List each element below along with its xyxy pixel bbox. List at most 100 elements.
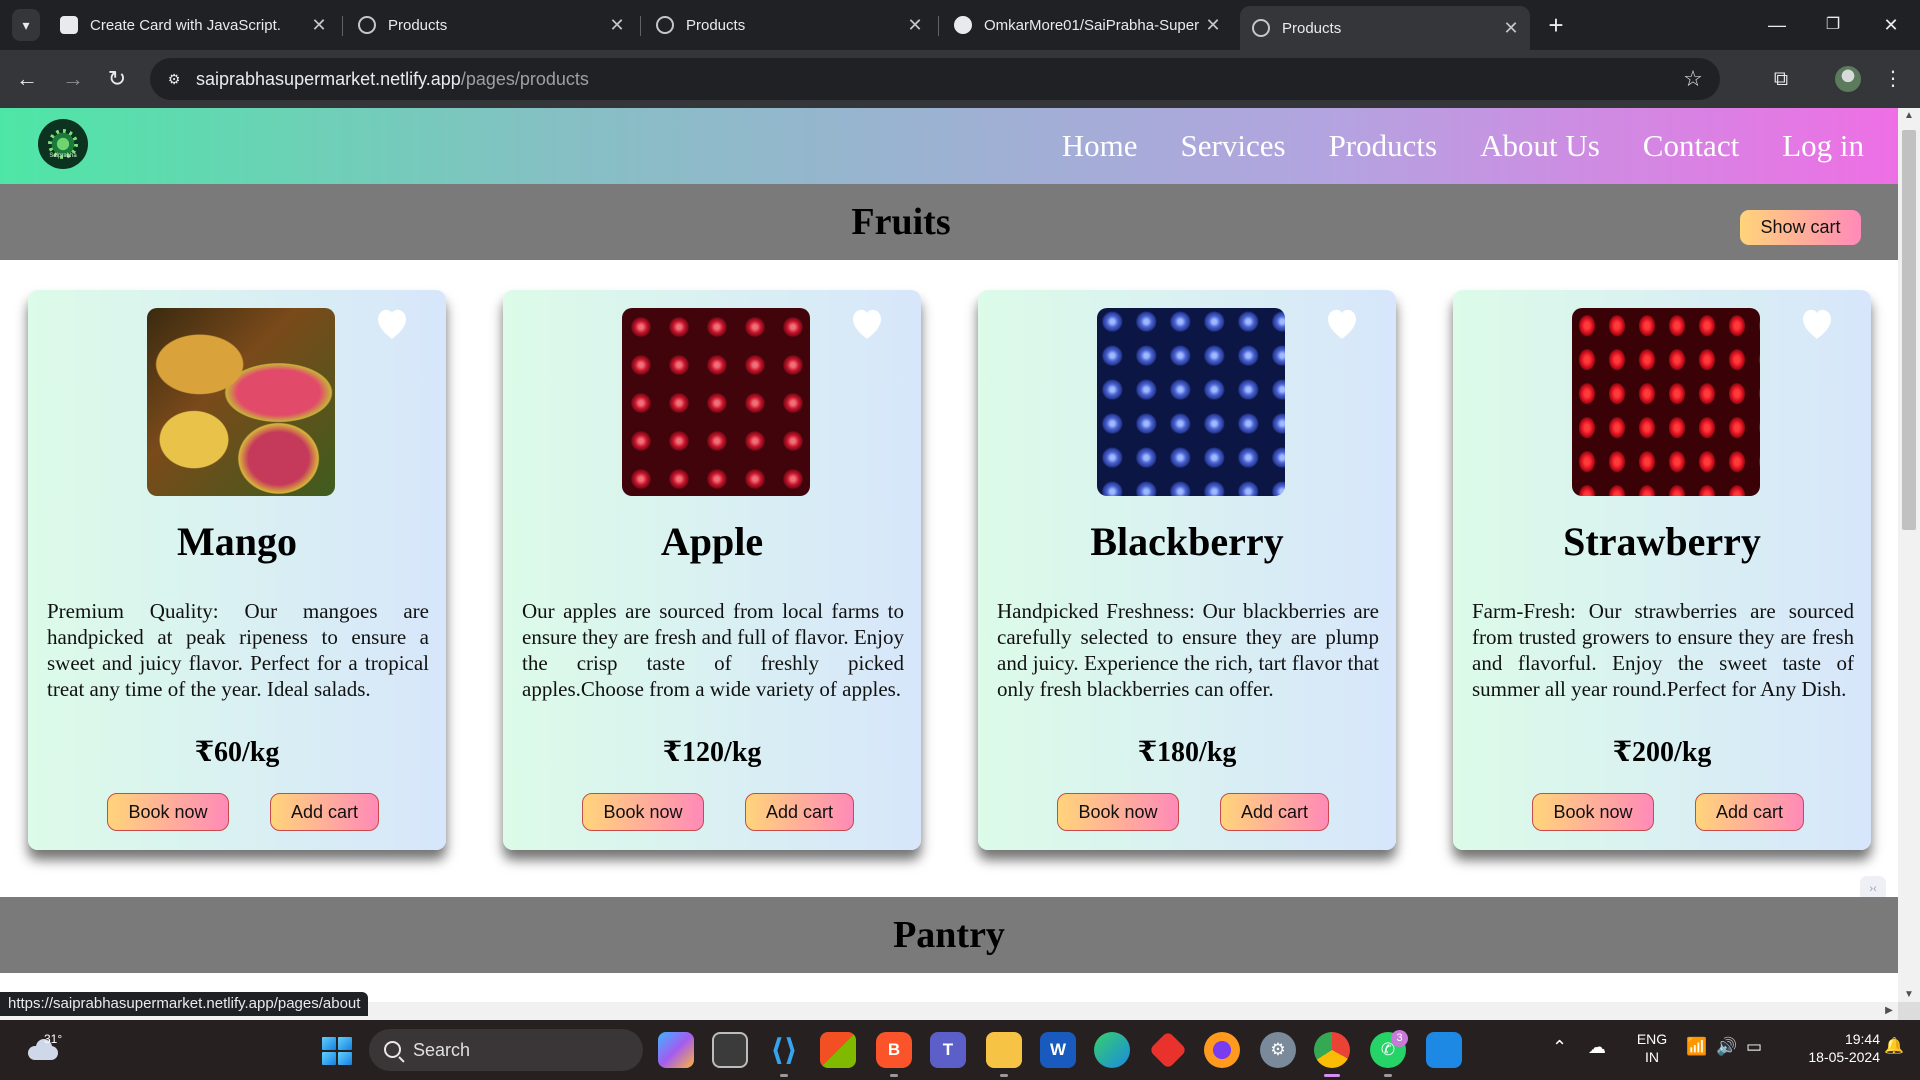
tab-search-menu-button[interactable]: ▾ xyxy=(12,9,40,41)
ms-store-icon[interactable] xyxy=(820,1032,856,1068)
language-indicator[interactable]: ENG IN xyxy=(1630,1030,1674,1066)
app-running-indicator xyxy=(1384,1074,1392,1077)
chrome-icon[interactable] xyxy=(1314,1032,1350,1068)
edge-icon[interactable] xyxy=(1094,1032,1130,1068)
minimize-button[interactable]: — xyxy=(1752,8,1802,42)
notifications-bell-icon[interactable]: 🔔 xyxy=(1884,1038,1904,1056)
scroll-down-arrow-icon[interactable]: ▼ xyxy=(1898,989,1920,1000)
globe-icon xyxy=(1252,19,1270,37)
profile-avatar[interactable] xyxy=(1835,66,1861,92)
photos-icon[interactable] xyxy=(1426,1032,1462,1068)
add-cart-button[interactable]: Add cart xyxy=(1695,793,1804,831)
close-tab-icon[interactable]: ✕ xyxy=(902,15,928,36)
tab-create-card[interactable]: Create Card with JavaScript. ✕ xyxy=(48,8,338,42)
nav-contact[interactable]: Contact xyxy=(1643,128,1739,164)
book-now-button[interactable]: Book now xyxy=(1532,793,1654,831)
logo-text: Saiprabha xyxy=(49,153,77,159)
taskbar-search-label: Search xyxy=(413,1040,471,1060)
section-title-fruits: Fruits xyxy=(851,201,951,243)
firefox-icon[interactable] xyxy=(1204,1032,1240,1068)
book-now-button[interactable]: Book now xyxy=(107,793,229,831)
onedrive-icon[interactable]: ☁ xyxy=(1588,1038,1606,1056)
battery-icon[interactable]: ▭ xyxy=(1746,1038,1762,1056)
tab-products-active[interactable]: Products ✕ xyxy=(1240,6,1530,50)
favorite-heart-icon[interactable] xyxy=(1321,302,1363,344)
teams-icon[interactable]: T xyxy=(930,1032,966,1068)
favorite-heart-icon[interactable] xyxy=(1796,302,1838,344)
product-price: ₹60/kg xyxy=(194,737,280,768)
url-text[interactable]: saiprabhasupermarket.netlify.app/pages/p… xyxy=(196,58,589,100)
file-explorer-icon[interactable] xyxy=(986,1032,1022,1068)
close-window-button[interactable]: ✕ xyxy=(1866,8,1916,42)
address-bar[interactable]: ⚙ saiprabhasupermarket.netlify.app/pages… xyxy=(150,58,1720,100)
reload-button[interactable]: ↻ xyxy=(102,64,132,94)
tab-title: OmkarMore01/SaiPrabha-Super xyxy=(984,16,1200,34)
nav-products[interactable]: Products xyxy=(1329,128,1438,164)
vertical-scrollbar[interactable]: ▲ ▼ xyxy=(1898,108,1920,1002)
copilot-icon[interactable] xyxy=(658,1032,694,1068)
browser-menu-icon[interactable]: ⋮ xyxy=(1878,64,1908,94)
tab-github[interactable]: OmkarMore01/SaiPrabha-Super ✕ xyxy=(942,8,1232,42)
task-view-icon[interactable] xyxy=(712,1032,748,1068)
weather-widget[interactable]: 31° xyxy=(24,1032,64,1068)
app-running-indicator xyxy=(890,1074,898,1077)
show-cart-button[interactable]: Show cart xyxy=(1740,210,1861,245)
clock-time: 19:44 xyxy=(1844,1031,1880,1047)
close-tab-icon[interactable]: ✕ xyxy=(306,15,332,36)
fruits-section-bar: Fruits Show cart xyxy=(0,184,1898,260)
word-icon[interactable]: W xyxy=(1040,1032,1076,1068)
tray-overflow-icon[interactable]: ⌃ xyxy=(1552,1038,1567,1056)
close-tab-icon[interactable]: ✕ xyxy=(1498,18,1524,39)
wifi-icon[interactable]: 📶 xyxy=(1686,1038,1707,1056)
vscode-icon[interactable]: ⟨⟩ xyxy=(766,1032,802,1068)
tab-products-2[interactable]: Products ✕ xyxy=(644,8,934,42)
product-description: Premium Quality: Our mangoes are handpic… xyxy=(47,599,429,701)
link-status-url: https://saiprabhasupermarket.netlify.app… xyxy=(0,992,369,1016)
product-price: ₹120/kg xyxy=(662,737,762,768)
new-tab-button[interactable]: + xyxy=(1541,10,1571,40)
tab-title: Products xyxy=(388,16,448,34)
site-header: Saiprabha Home Services Products About U… xyxy=(0,108,1898,184)
favorite-heart-icon[interactable] xyxy=(371,302,413,344)
product-name: Mango xyxy=(177,519,297,564)
book-now-button[interactable]: Book now xyxy=(1057,793,1179,831)
section-title-pantry: Pantry xyxy=(893,914,1005,956)
product-card-strawberry: Strawberry Farm-Fresh: Our strawberries … xyxy=(1453,290,1871,850)
brave-icon[interactable]: B xyxy=(876,1032,912,1068)
settings-gear-icon[interactable]: ⚙ xyxy=(1260,1032,1296,1068)
github-icon xyxy=(954,16,972,34)
add-cart-button[interactable]: Add cart xyxy=(745,793,854,831)
book-now-button[interactable]: Book now xyxy=(582,793,704,831)
taskbar-search[interactable]: Search xyxy=(369,1029,643,1071)
scroll-right-arrow-icon[interactable]: ▶ xyxy=(1880,1002,1898,1020)
clock[interactable]: 19:44 18-05-2024 xyxy=(1780,1030,1880,1066)
nav-about-us[interactable]: About Us xyxy=(1480,128,1600,164)
product-card-apple: Apple Our apples are sourced from local … xyxy=(503,290,921,850)
anydesk-icon[interactable] xyxy=(1148,1030,1188,1070)
bookmark-star-icon[interactable]: ☆ xyxy=(1680,66,1706,92)
site-logo[interactable]: Saiprabha xyxy=(38,119,88,169)
main-nav: Home Services Products About Us Contact … xyxy=(1062,108,1864,184)
close-tab-icon[interactable]: ✕ xyxy=(604,15,630,36)
tab-products-1[interactable]: Products ✕ xyxy=(346,8,636,42)
add-cart-button[interactable]: Add cart xyxy=(1220,793,1329,831)
windows-start-icon[interactable] xyxy=(322,1037,352,1065)
scroll-up-arrow-icon[interactable]: ▲ xyxy=(1898,110,1920,121)
favorite-heart-icon[interactable] xyxy=(846,302,888,344)
nav-services[interactable]: Services xyxy=(1181,128,1286,164)
extensions-icon[interactable]: ⧉ xyxy=(1766,64,1796,94)
windows-taskbar: 31° Search ⟨⟩ B T W ⚙ ✆ 3 ⌃ ☁ ENG IN 📶 🔊… xyxy=(0,1020,1920,1080)
product-image-strawberry xyxy=(1572,308,1760,496)
close-tab-icon[interactable]: ✕ xyxy=(1200,15,1226,36)
forward-button[interactable]: → xyxy=(58,64,88,94)
site-info-icon[interactable]: ⚙ xyxy=(164,69,184,89)
tab-separator xyxy=(342,16,343,36)
tab-title: Products xyxy=(686,16,746,34)
add-cart-button[interactable]: Add cart xyxy=(270,793,379,831)
restore-button[interactable]: ❐ xyxy=(1808,8,1858,42)
nav-log-in[interactable]: Log in xyxy=(1782,128,1864,164)
scrollbar-thumb[interactable] xyxy=(1902,130,1916,530)
volume-icon[interactable]: 🔊 xyxy=(1716,1038,1737,1056)
nav-home[interactable]: Home xyxy=(1062,128,1138,164)
back-button[interactable]: ← xyxy=(12,64,42,94)
